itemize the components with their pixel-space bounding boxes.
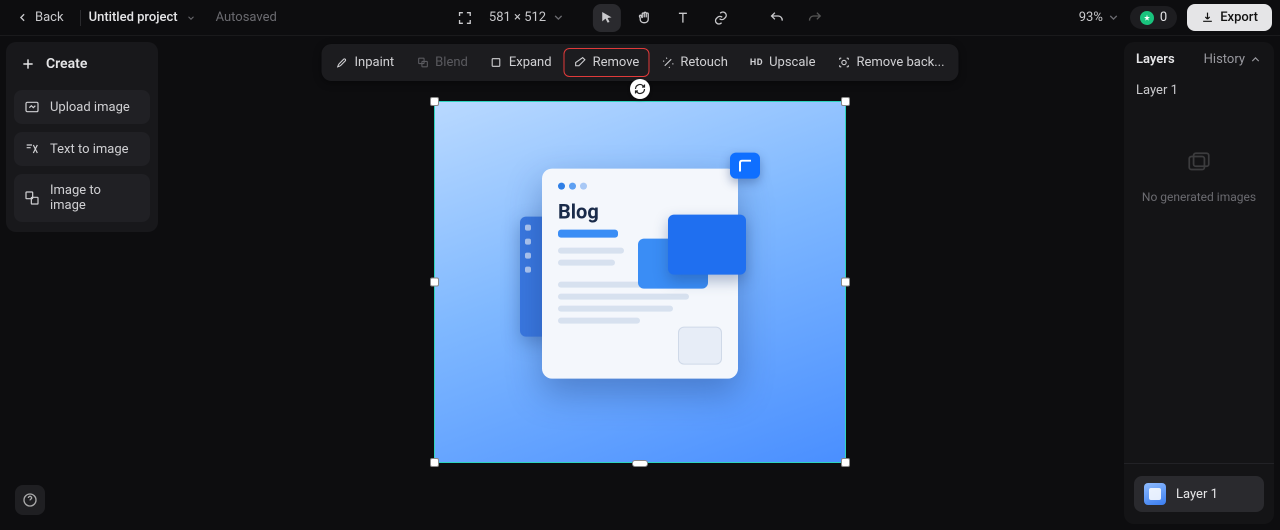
export-button[interactable]: Export	[1187, 4, 1272, 31]
credits-value: 0	[1160, 10, 1167, 25]
chevron-up-icon	[1249, 53, 1262, 66]
tool-strip: Inpaint Blend Expand Remove Retouch HD U…	[321, 44, 958, 81]
credit-dot-icon	[1140, 11, 1154, 25]
layer-thumbnail	[1144, 483, 1166, 505]
cursor-chip-icon	[730, 153, 760, 179]
chevron-down-icon	[552, 11, 565, 24]
project-name[interactable]: Untitled project	[89, 10, 178, 25]
expand-label: Expand	[509, 55, 552, 70]
divider	[80, 10, 81, 26]
redo-icon	[807, 10, 823, 26]
help-button[interactable]	[15, 485, 45, 515]
chevron-left-icon	[16, 11, 29, 24]
retouch-icon	[661, 56, 674, 69]
pointer-icon	[599, 10, 615, 26]
back-label: Back	[35, 10, 64, 25]
resize-handle-mr[interactable]	[841, 278, 850, 287]
link-icon	[713, 10, 729, 26]
workspace: Create Upload image Text to image Image …	[0, 36, 1280, 530]
history-toggle[interactable]: History	[1204, 52, 1262, 67]
pointer-tool-button[interactable]	[593, 4, 621, 32]
fit-view-button[interactable]	[451, 4, 479, 32]
expand-icon	[490, 56, 503, 69]
resize-handle-br[interactable]	[841, 458, 850, 467]
credits-badge[interactable]: 0	[1130, 6, 1177, 29]
window-dots-icon	[558, 183, 722, 190]
remove-background-tool[interactable]: Remove back...	[827, 48, 954, 77]
zoom-value: 93%	[1079, 10, 1103, 25]
remove-bg-icon	[837, 56, 850, 69]
canvas-selection[interactable]: Blog	[434, 101, 846, 463]
right-panel: Layers History Layer 1 No generated imag…	[1124, 42, 1274, 524]
back-button[interactable]: Back	[8, 6, 72, 29]
regenerate-button[interactable]	[630, 79, 650, 99]
inpaint-tool[interactable]: Inpaint	[325, 48, 404, 77]
chevron-down-icon	[1107, 11, 1120, 24]
text-icon	[675, 10, 691, 26]
top-bar: Back Untitled project Autosaved 581 × 51…	[0, 0, 1280, 36]
hand-tool-button[interactable]	[631, 4, 659, 32]
resize-handle-bc[interactable]	[632, 460, 648, 467]
eraser-icon	[574, 56, 587, 69]
upscale-tool[interactable]: HD Upscale	[740, 48, 826, 77]
upscale-label: Upscale	[769, 55, 815, 70]
hd-icon: HD	[750, 58, 763, 68]
inpaint-label: Inpaint	[354, 55, 394, 70]
text-tool-button[interactable]	[669, 4, 697, 32]
dimensions-text: 581 × 512	[489, 10, 546, 25]
undo-button[interactable]	[763, 4, 791, 32]
hand-icon	[637, 10, 653, 26]
mini-box	[678, 327, 722, 365]
help-icon	[22, 492, 38, 508]
layers-title: Layers	[1136, 52, 1175, 67]
canvas-area[interactable]: Inpaint Blend Expand Remove Retouch HD U…	[0, 36, 1280, 530]
link-tool-button[interactable]	[707, 4, 735, 32]
retouch-tool[interactable]: Retouch	[651, 48, 738, 77]
resize-handle-tr[interactable]	[841, 97, 850, 106]
zoom-control[interactable]: 93%	[1079, 10, 1120, 25]
right-panel-header: Layers History	[1124, 42, 1274, 77]
download-icon	[1201, 11, 1214, 24]
remove-label: Remove	[593, 55, 640, 70]
redo-button[interactable]	[801, 4, 829, 32]
remove-bg-label: Remove back...	[856, 55, 944, 70]
project-menu-chevron-icon[interactable]	[186, 13, 196, 23]
refresh-icon	[634, 83, 646, 95]
expand-tool[interactable]: Expand	[480, 48, 562, 77]
retouch-label: Retouch	[680, 55, 728, 70]
empty-images-icon	[1182, 150, 1216, 176]
active-layer-name[interactable]: Layer 1	[1124, 77, 1274, 110]
export-label: Export	[1220, 10, 1258, 25]
history-empty-state: No generated images	[1124, 110, 1274, 464]
blend-icon	[416, 56, 429, 69]
autosaved-label: Autosaved	[216, 10, 277, 25]
canvas-dimensions[interactable]: 581 × 512	[489, 10, 565, 25]
inpaint-icon	[335, 56, 348, 69]
resize-handle-ml[interactable]	[430, 278, 439, 287]
layer-item-label: Layer 1	[1176, 487, 1218, 502]
undo-icon	[769, 10, 785, 26]
empty-message: No generated images	[1142, 190, 1256, 204]
blend-tool[interactable]: Blend	[406, 48, 478, 77]
canvas-image-content: Blog	[542, 169, 738, 379]
topbar-right: 93% 0 Export	[1079, 4, 1272, 31]
image-block-front	[668, 215, 746, 275]
card-main: Blog	[542, 169, 738, 379]
history-label: History	[1204, 52, 1245, 67]
fit-icon	[457, 10, 473, 26]
resize-handle-tl[interactable]	[430, 97, 439, 106]
remove-tool[interactable]: Remove	[564, 48, 650, 77]
topbar-center-controls: 581 × 512	[451, 4, 829, 32]
layer-item[interactable]: Layer 1	[1134, 476, 1264, 512]
blend-label: Blend	[435, 55, 468, 70]
resize-handle-bl[interactable]	[430, 458, 439, 467]
